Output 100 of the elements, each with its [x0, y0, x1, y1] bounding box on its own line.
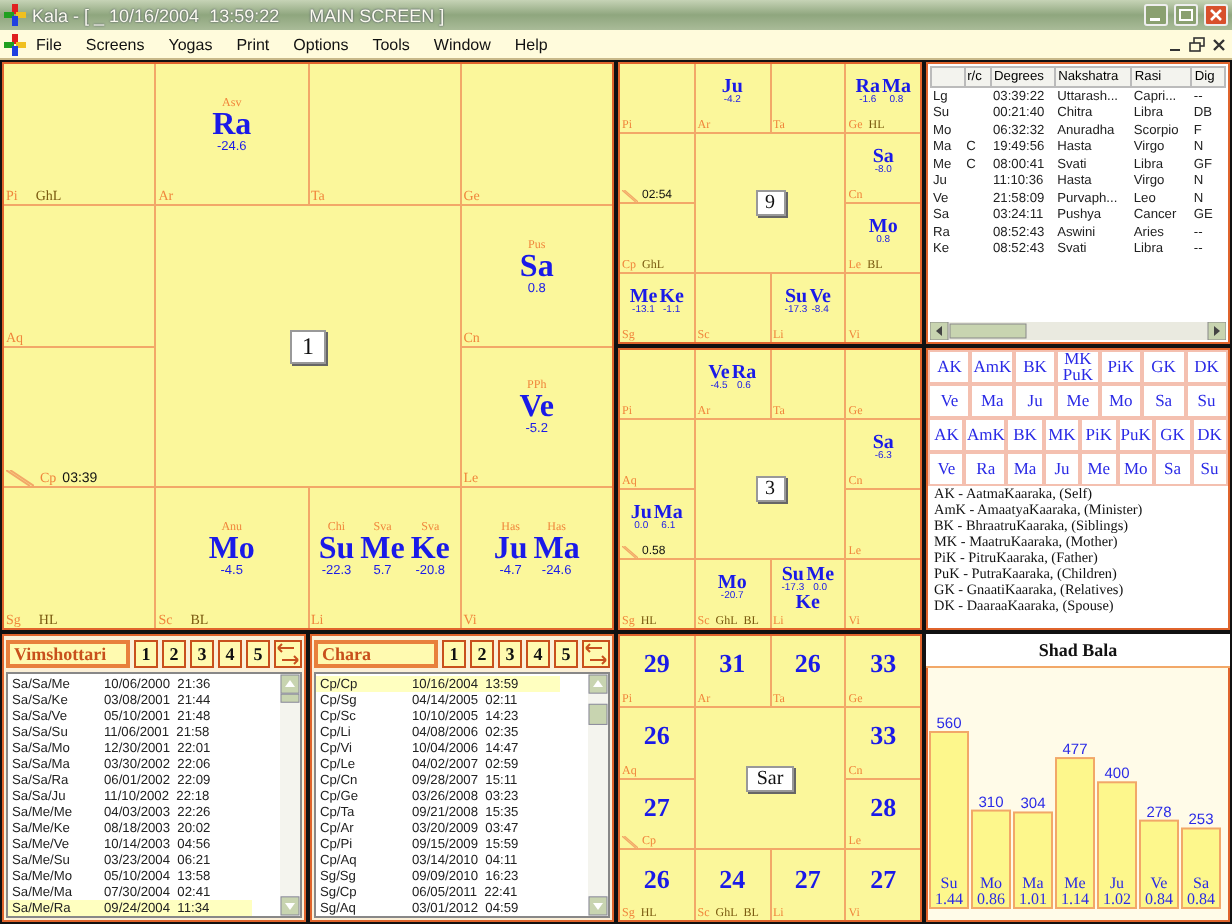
- planet-name: Su: [781, 565, 804, 583]
- level-button[interactable]: 4: [218, 639, 242, 667]
- app-icon: [4, 4, 26, 26]
- vertical-scrollbar[interactable]: [280, 674, 300, 916]
- karaka-header: BK: [1013, 350, 1057, 384]
- karaka-planet: Mo: [1099, 384, 1143, 418]
- chart-number-button[interactable]: Sar: [746, 765, 794, 791]
- karaka-header: DK: [1191, 418, 1228, 452]
- level-button[interactable]: 3: [190, 639, 214, 667]
- bar: [1181, 827, 1221, 909]
- bindu-count: 29: [643, 648, 670, 681]
- menu-item[interactable]: Window: [423, 35, 505, 53]
- bar-label: Ve: [1150, 874, 1168, 892]
- swap-button[interactable]: [582, 639, 610, 667]
- planet-name: Ve: [809, 288, 831, 306]
- planet-name: Ju: [630, 504, 652, 522]
- bar: [1097, 781, 1137, 909]
- bindu-count: 33: [870, 648, 897, 681]
- level-button[interactable]: 5: [246, 639, 270, 667]
- menu-item[interactable]: Help: [504, 35, 562, 53]
- bindu-count: 28: [870, 791, 897, 824]
- planet-name: Mo: [208, 534, 255, 565]
- chart-number-button[interactable]: 1: [290, 329, 326, 363]
- planet-name: Ra: [212, 109, 252, 140]
- ratio-label: 1.02: [1103, 890, 1131, 908]
- bindu-count: 27: [870, 863, 897, 896]
- planet-name: Ma: [653, 504, 683, 522]
- level-button[interactable]: 4: [526, 639, 550, 667]
- chart-number-button[interactable]: 9: [755, 190, 785, 216]
- vertical-scrollbar[interactable]: [588, 674, 608, 916]
- karaka-planet: Ve: [928, 384, 971, 418]
- close-button[interactable]: [1210, 35, 1228, 53]
- karaka-header: AK: [928, 350, 971, 384]
- bindu-count: 31: [719, 648, 746, 681]
- karaka-header: MK: [1043, 418, 1081, 452]
- dasa-title-field[interactable]: Vimshottari: [6, 639, 130, 667]
- karaka-planet: Ra: [964, 452, 1007, 486]
- karaka-planet: Su: [1191, 452, 1228, 486]
- karaka-header: DK: [1185, 350, 1228, 384]
- ratio-label: 0.84: [1145, 890, 1173, 908]
- karaka-header: PiK: [1099, 350, 1143, 384]
- karaka-planet: Me: [1056, 384, 1100, 418]
- bar-label: Ju: [1109, 874, 1125, 892]
- bindu-count: 24: [719, 863, 746, 896]
- menu-item[interactable]: Options: [283, 35, 363, 53]
- arrows-icon: [276, 641, 300, 665]
- ratio-label: 1.44: [935, 890, 963, 908]
- chart-number-button[interactable]: 3: [755, 476, 785, 502]
- planet-name: Ve: [519, 392, 554, 423]
- dasa-title-field[interactable]: Chara: [314, 639, 438, 667]
- bar-label: Mo: [979, 874, 1003, 892]
- planet-name: Ma: [533, 534, 580, 565]
- karaka-header: PuK: [1117, 418, 1155, 452]
- karaka-planet: Me: [1080, 452, 1118, 486]
- window-title: Kala - [ _ 10/16/2004 13:59:22 MAIN SCREEN ]: [32, 5, 447, 25]
- menu-item[interactable]: File: [26, 35, 76, 53]
- planet-name: Mo: [717, 574, 747, 592]
- menu-item[interactable]: Tools: [362, 35, 424, 53]
- bindu-count: 27: [643, 791, 670, 824]
- menu-item[interactable]: Print: [226, 35, 284, 53]
- level-button[interactable]: 1: [442, 639, 466, 667]
- planet-name: Sa: [872, 148, 894, 166]
- menu-item[interactable]: Screens: [75, 35, 159, 53]
- bindu-count: 27: [794, 863, 821, 896]
- planet-name: Ke: [659, 288, 684, 306]
- level-button[interactable]: 1: [134, 639, 158, 667]
- level-button[interactable]: 3: [498, 639, 522, 667]
- level-button[interactable]: 2: [470, 639, 494, 667]
- bindu-count: 33: [870, 720, 897, 753]
- bar-label: Su: [940, 874, 958, 892]
- level-button[interactable]: 2: [162, 639, 186, 667]
- karaka-header: BK: [1006, 418, 1044, 452]
- planet-name: Su: [784, 288, 808, 306]
- chart-title: Shad Bala: [926, 634, 1230, 668]
- karaka-header: MK PuK: [1056, 350, 1100, 384]
- level-button[interactable]: 5: [554, 639, 578, 667]
- bar-label: Ma: [1022, 874, 1044, 892]
- swap-button[interactable]: [274, 639, 302, 667]
- restore-button[interactable]: [1188, 35, 1206, 53]
- karaka-planet: Sa: [1142, 384, 1186, 418]
- maximize-button[interactable]: [1174, 4, 1198, 26]
- karaka-planet: Ju: [1013, 384, 1057, 418]
- planet-name: Ra: [731, 364, 757, 382]
- karaka-planet: Ma: [970, 384, 1014, 418]
- planet-name: Mo: [868, 218, 898, 236]
- karaka-header: GK: [1142, 350, 1186, 384]
- bindu-count: 26: [794, 648, 821, 681]
- karaka-planet: Sa: [1154, 452, 1192, 486]
- planet-name: Sa: [519, 251, 554, 282]
- menu-item[interactable]: Yogas: [158, 35, 227, 53]
- ratio-label: 0.84: [1187, 890, 1215, 908]
- bar: [1139, 819, 1179, 909]
- bindu-count: 26: [643, 863, 670, 896]
- arrows-icon: [584, 641, 608, 665]
- planet-name: Sa: [872, 434, 894, 452]
- karaka-planet: Mo: [1117, 452, 1155, 486]
- ratio-label: 1.14: [1061, 890, 1089, 908]
- planet-name: Ju: [721, 78, 743, 96]
- planet-name: Ke: [410, 534, 450, 565]
- horizontal-scrollbar[interactable]: [930, 322, 1226, 340]
